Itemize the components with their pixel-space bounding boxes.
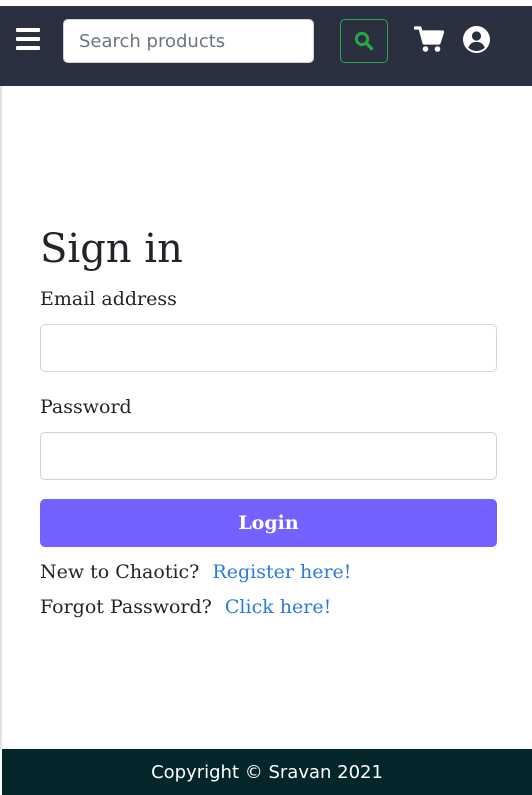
page-title: Sign in bbox=[40, 226, 183, 272]
register-link[interactable]: Register here! bbox=[212, 561, 351, 583]
password-label: Password bbox=[40, 396, 132, 418]
email-label: Email address bbox=[40, 288, 177, 310]
hamburger-bar bbox=[16, 46, 40, 50]
shopping-cart-icon[interactable] bbox=[414, 26, 444, 53]
forgot-password-link[interactable]: Click here! bbox=[225, 596, 331, 618]
user-circle-icon[interactable] bbox=[463, 26, 490, 53]
hamburger-bar bbox=[16, 37, 40, 41]
login-button[interactable]: Login bbox=[40, 499, 497, 547]
hamburger-menu-icon[interactable] bbox=[16, 28, 40, 50]
forgot-password-text: Forgot Password? bbox=[40, 596, 212, 618]
search-button[interactable] bbox=[340, 19, 388, 63]
forgot-password-row: Forgot Password? Click here! bbox=[40, 594, 331, 620]
copyright-text: Copyright © Sravan 2021 bbox=[151, 761, 383, 783]
navbar bbox=[0, 6, 532, 86]
footer: Copyright © Sravan 2021 bbox=[2, 749, 532, 795]
password-field[interactable] bbox=[40, 432, 497, 480]
register-prompt-row: New to Chaotic? Register here! bbox=[40, 559, 351, 585]
register-prompt-text: New to Chaotic? bbox=[40, 561, 200, 583]
content-left-border bbox=[0, 86, 2, 749]
search-icon bbox=[354, 31, 374, 51]
search-input[interactable] bbox=[63, 19, 314, 63]
email-field[interactable] bbox=[40, 324, 497, 372]
hamburger-bar bbox=[16, 28, 40, 32]
